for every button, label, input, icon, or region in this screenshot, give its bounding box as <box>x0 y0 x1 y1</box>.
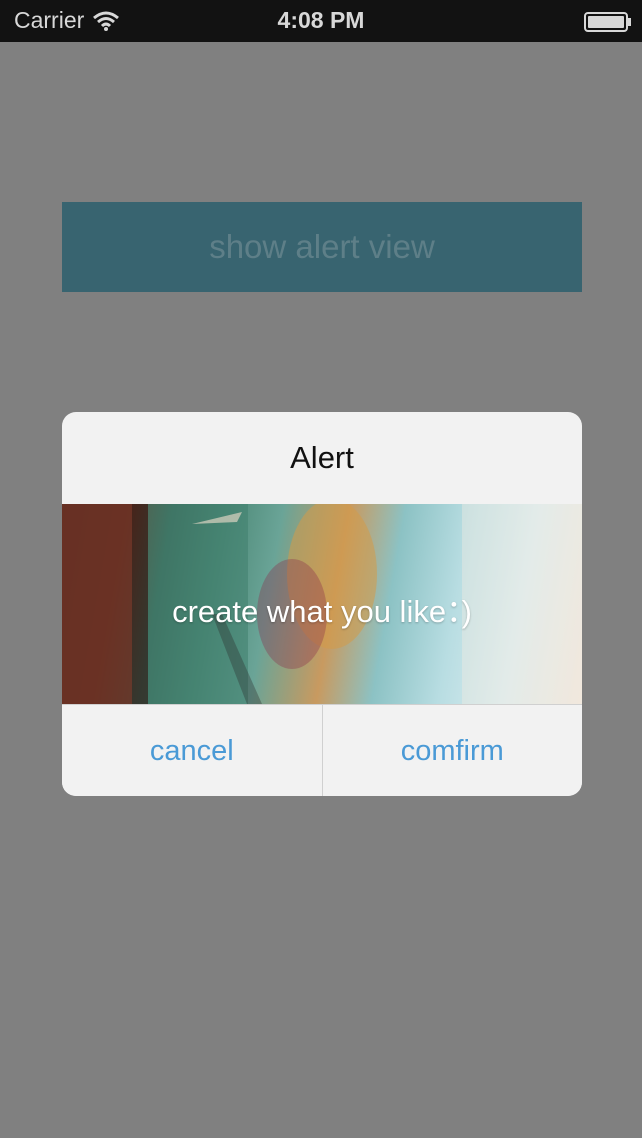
cancel-button[interactable]: cancel <box>62 705 322 796</box>
alert-button-row: cancel comfirm <box>62 704 582 796</box>
status-time: 4:08 PM <box>277 7 365 33</box>
alert-background-image: create what you like：) <box>62 504 582 704</box>
screen: Carrier 4:08 PM show alert view Alert cr… <box>0 0 642 1138</box>
alert-title: Alert <box>290 440 354 475</box>
alert-message: create what you like：) <box>172 594 472 629</box>
status-bar: Carrier 4:08 PM <box>0 0 642 42</box>
show-alert-button[interactable]: show alert view <box>62 202 582 292</box>
show-alert-button-label: show alert view <box>209 228 435 265</box>
alert-dialog: Alert create what you like：) cancel comf… <box>62 412 582 796</box>
battery-icon <box>584 12 631 32</box>
confirm-button[interactable]: comfirm <box>322 705 582 796</box>
